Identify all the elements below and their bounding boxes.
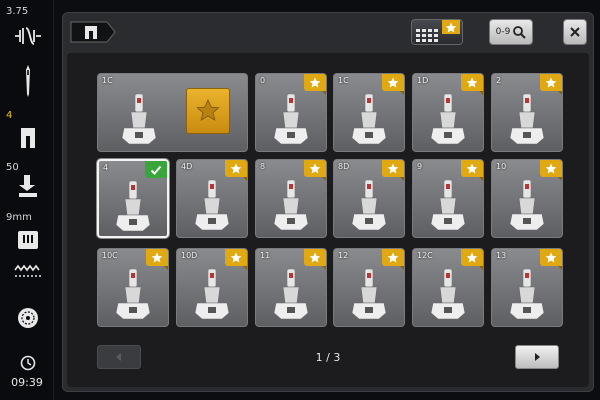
presser-foot-value: 4 <box>6 110 13 121</box>
close-icon <box>570 27 580 37</box>
arrow-right-icon <box>535 353 540 361</box>
favorite-star-icon <box>540 160 562 181</box>
tile-label: 10C <box>102 251 118 260</box>
favorite-star-icon <box>382 249 404 270</box>
stitch-width-icon[interactable] <box>14 22 42 50</box>
previous-page-button[interactable] <box>97 345 141 369</box>
clock-time: 09:39 <box>11 376 43 389</box>
favorite-star-icon <box>304 74 326 95</box>
presser-foot-tile[interactable]: 8D <box>333 159 405 238</box>
presser-foot-grid: 1C 0 1C 1D 2 4 4D 8 8D 9 10 10C 10D 11 12 12C 13 1 / 3 <box>67 53 589 387</box>
tile-label: 10D <box>181 251 198 260</box>
presser-foot-tile[interactable]: 10D <box>176 248 248 327</box>
tile-label: 10 <box>496 162 507 171</box>
presser-foot-tile[interactable]: 4 <box>97 159 169 238</box>
tile-label: 9 <box>417 162 423 171</box>
tile-label: 11 <box>260 251 271 260</box>
favorite-star-icon <box>540 249 562 270</box>
needle-icon[interactable] <box>14 64 42 98</box>
search-icon <box>513 26 527 39</box>
favorite-star-icon <box>146 249 168 270</box>
stitch-plate-icon[interactable] <box>14 226 42 254</box>
tile-label: 0 <box>260 76 266 85</box>
presser-foot-tile[interactable]: 11 <box>255 248 327 327</box>
favorite-star-icon <box>304 249 326 270</box>
feed-dog-icon[interactable] <box>14 258 42 286</box>
tile-label: 12C <box>417 251 433 260</box>
tile-label: 1C <box>338 76 349 85</box>
screen: 3.75 4 50 9mm 09:39 0-9 1C 0 1C 1D 2 4 4… <box>0 0 600 400</box>
favorites-button[interactable] <box>411 19 463 45</box>
tile-label: 1D <box>417 76 429 85</box>
presser-foot-tile[interactable]: 10C <box>97 248 169 327</box>
sidebar: 3.75 4 50 9mm 09:39 <box>0 0 54 400</box>
presser-foot-tile[interactable]: 10 <box>491 159 563 238</box>
presser-foot-tile[interactable]: 1C <box>97 73 248 152</box>
favorite-star-icon <box>304 160 326 181</box>
tile-label: 8 <box>260 162 266 171</box>
favorite-star-icon <box>225 249 247 270</box>
favorite-star-icon <box>382 160 404 181</box>
presser-foot-tile[interactable]: 12C <box>412 248 484 327</box>
presser-foot-tile[interactable]: 8 <box>255 159 327 238</box>
presser-foot-tile[interactable]: 12 <box>333 248 405 327</box>
arrow-left-icon <box>116 353 121 361</box>
needle-size-value: 9mm <box>6 212 32 223</box>
favorite-star-icon <box>461 160 483 181</box>
add-favorite-star-icon[interactable] <box>186 88 230 134</box>
search-button[interactable]: 0-9 <box>489 19 533 45</box>
presser-foot-tile[interactable]: 1C <box>333 73 405 152</box>
favorite-star-icon <box>540 74 562 95</box>
clock-icon <box>14 352 42 374</box>
tile-label: 4D <box>181 162 193 171</box>
presser-foot-window: 0-9 1C 0 1C 1D 2 4 4D 8 8D 9 10 10C 10D 11 12 12C 13 1 /… <box>62 12 594 392</box>
presser-foot-tile[interactable]: 2 <box>491 73 563 152</box>
close-button[interactable] <box>563 19 587 45</box>
presser-foot-tab[interactable] <box>69 20 117 44</box>
bobbin-icon[interactable] <box>14 304 42 332</box>
tile-label: 13 <box>496 251 507 260</box>
presser-foot-tile[interactable]: 1D <box>412 73 484 152</box>
search-label: 0-9 <box>495 27 511 37</box>
next-page-button[interactable] <box>515 345 559 369</box>
tile-label: 8D <box>338 162 350 171</box>
favorite-star-icon <box>461 249 483 270</box>
tile-label: 2 <box>496 76 502 85</box>
page-indicator: 1 / 3 <box>315 351 341 364</box>
stitch-width-value: 3.75 <box>6 6 29 17</box>
presser-foot-tile[interactable]: 13 <box>491 248 563 327</box>
tile-label: 4 <box>103 163 109 172</box>
favorite-star-icon <box>225 160 247 181</box>
presser-foot-tile[interactable]: 0 <box>255 73 327 152</box>
presser-foot-tile[interactable]: 4D <box>176 159 248 238</box>
tile-label: 12 <box>338 251 349 260</box>
favorite-star-icon <box>461 74 483 95</box>
presser-foot-icon[interactable] <box>14 124 42 152</box>
check-icon <box>145 161 167 178</box>
favorites-grid-icon <box>416 20 460 42</box>
favorite-star-icon <box>382 74 404 95</box>
presser-foot-tile[interactable]: 9 <box>412 159 484 238</box>
foot-pressure-icon[interactable] <box>14 172 42 200</box>
